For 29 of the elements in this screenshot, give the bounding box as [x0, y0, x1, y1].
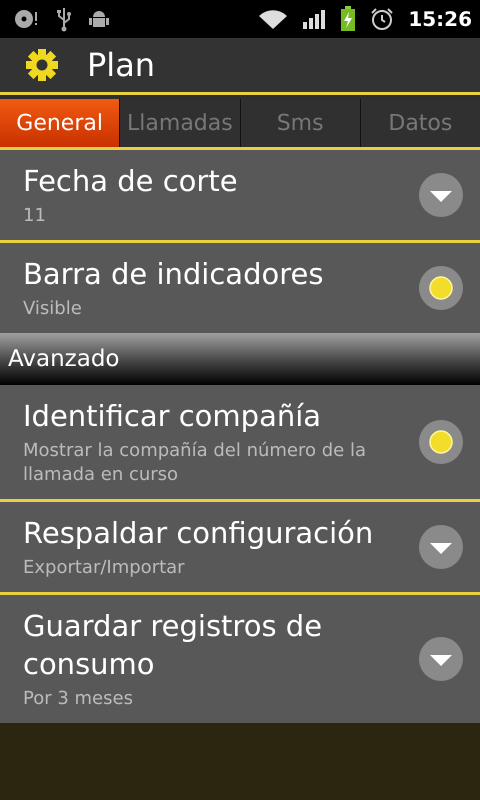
disc-icon: [14, 8, 40, 30]
tab[interactable]: General: [0, 99, 120, 147]
wifi-icon: [258, 8, 288, 30]
preference-title: Barra de indicadores: [23, 256, 324, 293]
preference-item[interactable]: Guardar registros de consumo Por 3 meses: [0, 595, 480, 723]
preference-item[interactable]: Fecha de corte 11: [0, 150, 480, 243]
battery-charging-icon: [340, 6, 356, 32]
preference-summary: 11: [23, 204, 47, 228]
usb-icon: [56, 6, 72, 32]
preference-item[interactable]: Respaldar configuración Exportar/Importar: [0, 502, 480, 595]
section-title: Avanzado: [8, 346, 120, 372]
screen-title: Plan: [87, 46, 156, 84]
preference-summary: Visible: [23, 297, 83, 321]
toggle-indicator[interactable]: [418, 265, 464, 311]
preference-title: Respaldar configuración: [23, 515, 374, 552]
settings-icon: [25, 48, 59, 82]
preference-item[interactable]: Barra de indicadores Visible: [0, 243, 480, 333]
alarm-icon: [370, 7, 394, 31]
preference-title: Fecha de corte: [23, 163, 239, 200]
preference-title: Identificar compañía: [23, 398, 322, 435]
preference-summary: Mostrar la compañía del número de la llamada en curso: [23, 439, 367, 487]
preference-title: Guardar registros de consumo: [23, 608, 324, 683]
signal-icon: [302, 8, 326, 30]
toggle-indicator[interactable]: [418, 419, 464, 465]
preference-summary: Exportar/Importar: [23, 556, 186, 580]
android-icon: [88, 8, 110, 30]
preference-summary: Por 3 meses: [23, 687, 134, 711]
preference-item[interactable]: Identificar compañía Mostrar la compañía del número de la llamada en curso: [0, 385, 480, 502]
clock-time: 15:26: [408, 7, 472, 31]
